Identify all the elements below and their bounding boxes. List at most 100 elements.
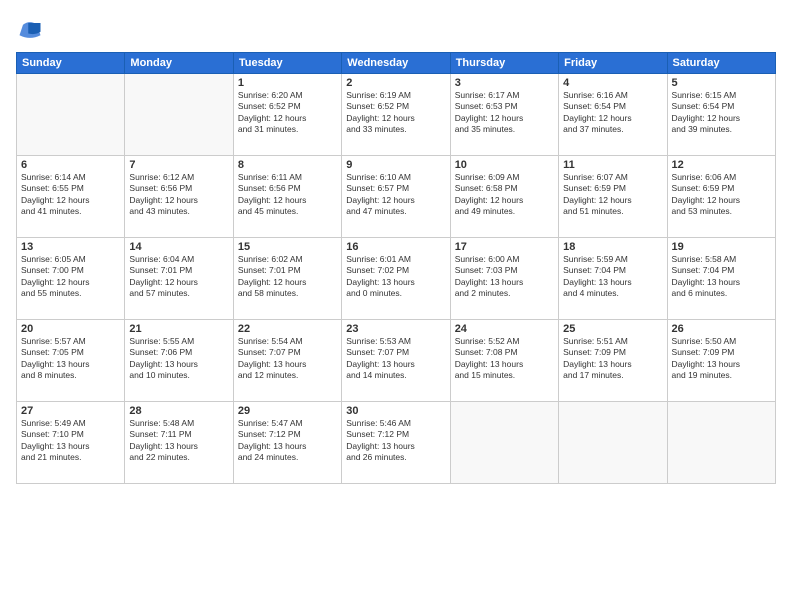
calendar-cell: 2Sunrise: 6:19 AM Sunset: 6:52 PM Daylig… xyxy=(342,74,450,156)
day-content: Sunrise: 6:01 AM Sunset: 7:02 PM Dayligh… xyxy=(346,254,445,300)
calendar-cell: 14Sunrise: 6:04 AM Sunset: 7:01 PM Dayli… xyxy=(125,238,233,320)
day-content: Sunrise: 5:50 AM Sunset: 7:09 PM Dayligh… xyxy=(672,336,771,382)
day-content: Sunrise: 6:19 AM Sunset: 6:52 PM Dayligh… xyxy=(346,90,445,136)
calendar-cell: 1Sunrise: 6:20 AM Sunset: 6:52 PM Daylig… xyxy=(233,74,341,156)
day-number: 11 xyxy=(563,159,662,171)
calendar-header-wednesday: Wednesday xyxy=(342,53,450,74)
day-number: 8 xyxy=(238,159,337,171)
calendar-header-tuesday: Tuesday xyxy=(233,53,341,74)
calendar-week-row: 6Sunrise: 6:14 AM Sunset: 6:55 PM Daylig… xyxy=(17,156,776,238)
day-number: 29 xyxy=(238,405,337,417)
day-content: Sunrise: 6:16 AM Sunset: 6:54 PM Dayligh… xyxy=(563,90,662,136)
calendar-cell: 8Sunrise: 6:11 AM Sunset: 6:56 PM Daylig… xyxy=(233,156,341,238)
calendar-header-saturday: Saturday xyxy=(667,53,775,74)
calendar-week-row: 1Sunrise: 6:20 AM Sunset: 6:52 PM Daylig… xyxy=(17,74,776,156)
day-content: Sunrise: 5:53 AM Sunset: 7:07 PM Dayligh… xyxy=(346,336,445,382)
day-content: Sunrise: 5:57 AM Sunset: 7:05 PM Dayligh… xyxy=(21,336,120,382)
day-number: 9 xyxy=(346,159,445,171)
day-content: Sunrise: 6:12 AM Sunset: 6:56 PM Dayligh… xyxy=(129,172,228,218)
calendar-cell: 29Sunrise: 5:47 AM Sunset: 7:12 PM Dayli… xyxy=(233,402,341,484)
calendar-cell: 20Sunrise: 5:57 AM Sunset: 7:05 PM Dayli… xyxy=(17,320,125,402)
day-number: 5 xyxy=(672,77,771,89)
calendar-cell xyxy=(559,402,667,484)
calendar-cell: 9Sunrise: 6:10 AM Sunset: 6:57 PM Daylig… xyxy=(342,156,450,238)
day-number: 13 xyxy=(21,241,120,253)
calendar-cell xyxy=(450,402,558,484)
calendar-cell: 12Sunrise: 6:06 AM Sunset: 6:59 PM Dayli… xyxy=(667,156,775,238)
calendar-cell: 16Sunrise: 6:01 AM Sunset: 7:02 PM Dayli… xyxy=(342,238,450,320)
calendar-cell: 24Sunrise: 5:52 AM Sunset: 7:08 PM Dayli… xyxy=(450,320,558,402)
day-number: 17 xyxy=(455,241,554,253)
day-number: 16 xyxy=(346,241,445,253)
day-content: Sunrise: 5:58 AM Sunset: 7:04 PM Dayligh… xyxy=(672,254,771,300)
calendar-table: SundayMondayTuesdayWednesdayThursdayFrid… xyxy=(16,52,776,484)
calendar-cell: 10Sunrise: 6:09 AM Sunset: 6:58 PM Dayli… xyxy=(450,156,558,238)
day-content: Sunrise: 6:11 AM Sunset: 6:56 PM Dayligh… xyxy=(238,172,337,218)
day-content: Sunrise: 6:17 AM Sunset: 6:53 PM Dayligh… xyxy=(455,90,554,136)
day-content: Sunrise: 5:49 AM Sunset: 7:10 PM Dayligh… xyxy=(21,418,120,464)
day-content: Sunrise: 6:09 AM Sunset: 6:58 PM Dayligh… xyxy=(455,172,554,218)
logo-icon xyxy=(16,16,44,44)
calendar-cell: 6Sunrise: 6:14 AM Sunset: 6:55 PM Daylig… xyxy=(17,156,125,238)
day-content: Sunrise: 6:07 AM Sunset: 6:59 PM Dayligh… xyxy=(563,172,662,218)
calendar-cell: 19Sunrise: 5:58 AM Sunset: 7:04 PM Dayli… xyxy=(667,238,775,320)
calendar-cell: 22Sunrise: 5:54 AM Sunset: 7:07 PM Dayli… xyxy=(233,320,341,402)
day-number: 23 xyxy=(346,323,445,335)
day-number: 4 xyxy=(563,77,662,89)
page: SundayMondayTuesdayWednesdayThursdayFrid… xyxy=(0,0,792,612)
day-content: Sunrise: 6:14 AM Sunset: 6:55 PM Dayligh… xyxy=(21,172,120,218)
day-number: 6 xyxy=(21,159,120,171)
calendar-cell: 11Sunrise: 6:07 AM Sunset: 6:59 PM Dayli… xyxy=(559,156,667,238)
day-number: 10 xyxy=(455,159,554,171)
calendar-week-row: 27Sunrise: 5:49 AM Sunset: 7:10 PM Dayli… xyxy=(17,402,776,484)
day-number: 24 xyxy=(455,323,554,335)
day-number: 26 xyxy=(672,323,771,335)
calendar-header-monday: Monday xyxy=(125,53,233,74)
calendar-cell xyxy=(125,74,233,156)
day-content: Sunrise: 6:20 AM Sunset: 6:52 PM Dayligh… xyxy=(238,90,337,136)
calendar-cell: 3Sunrise: 6:17 AM Sunset: 6:53 PM Daylig… xyxy=(450,74,558,156)
day-content: Sunrise: 5:59 AM Sunset: 7:04 PM Dayligh… xyxy=(563,254,662,300)
day-content: Sunrise: 5:46 AM Sunset: 7:12 PM Dayligh… xyxy=(346,418,445,464)
day-number: 30 xyxy=(346,405,445,417)
calendar-week-row: 20Sunrise: 5:57 AM Sunset: 7:05 PM Dayli… xyxy=(17,320,776,402)
calendar-header-row: SundayMondayTuesdayWednesdayThursdayFrid… xyxy=(17,53,776,74)
day-content: Sunrise: 5:48 AM Sunset: 7:11 PM Dayligh… xyxy=(129,418,228,464)
day-number: 15 xyxy=(238,241,337,253)
calendar-cell: 27Sunrise: 5:49 AM Sunset: 7:10 PM Dayli… xyxy=(17,402,125,484)
day-number: 21 xyxy=(129,323,228,335)
day-content: Sunrise: 6:04 AM Sunset: 7:01 PM Dayligh… xyxy=(129,254,228,300)
day-content: Sunrise: 5:54 AM Sunset: 7:07 PM Dayligh… xyxy=(238,336,337,382)
day-number: 22 xyxy=(238,323,337,335)
day-number: 12 xyxy=(672,159,771,171)
calendar-cell: 28Sunrise: 5:48 AM Sunset: 7:11 PM Dayli… xyxy=(125,402,233,484)
header xyxy=(16,16,776,44)
calendar-header-thursday: Thursday xyxy=(450,53,558,74)
calendar-cell xyxy=(17,74,125,156)
day-content: Sunrise: 6:00 AM Sunset: 7:03 PM Dayligh… xyxy=(455,254,554,300)
calendar-cell: 4Sunrise: 6:16 AM Sunset: 6:54 PM Daylig… xyxy=(559,74,667,156)
day-content: Sunrise: 6:05 AM Sunset: 7:00 PM Dayligh… xyxy=(21,254,120,300)
day-number: 1 xyxy=(238,77,337,89)
day-number: 14 xyxy=(129,241,228,253)
day-number: 2 xyxy=(346,77,445,89)
day-number: 3 xyxy=(455,77,554,89)
logo xyxy=(16,16,48,44)
day-number: 20 xyxy=(21,323,120,335)
calendar-cell: 30Sunrise: 5:46 AM Sunset: 7:12 PM Dayli… xyxy=(342,402,450,484)
day-content: Sunrise: 5:47 AM Sunset: 7:12 PM Dayligh… xyxy=(238,418,337,464)
day-content: Sunrise: 5:55 AM Sunset: 7:06 PM Dayligh… xyxy=(129,336,228,382)
calendar-week-row: 13Sunrise: 6:05 AM Sunset: 7:00 PM Dayli… xyxy=(17,238,776,320)
calendar-cell: 21Sunrise: 5:55 AM Sunset: 7:06 PM Dayli… xyxy=(125,320,233,402)
day-content: Sunrise: 6:06 AM Sunset: 6:59 PM Dayligh… xyxy=(672,172,771,218)
day-number: 7 xyxy=(129,159,228,171)
day-content: Sunrise: 6:15 AM Sunset: 6:54 PM Dayligh… xyxy=(672,90,771,136)
day-content: Sunrise: 5:51 AM Sunset: 7:09 PM Dayligh… xyxy=(563,336,662,382)
calendar-header-sunday: Sunday xyxy=(17,53,125,74)
calendar-cell: 26Sunrise: 5:50 AM Sunset: 7:09 PM Dayli… xyxy=(667,320,775,402)
calendar-cell xyxy=(667,402,775,484)
calendar-cell: 5Sunrise: 6:15 AM Sunset: 6:54 PM Daylig… xyxy=(667,74,775,156)
day-number: 27 xyxy=(21,405,120,417)
day-number: 25 xyxy=(563,323,662,335)
day-content: Sunrise: 5:52 AM Sunset: 7:08 PM Dayligh… xyxy=(455,336,554,382)
